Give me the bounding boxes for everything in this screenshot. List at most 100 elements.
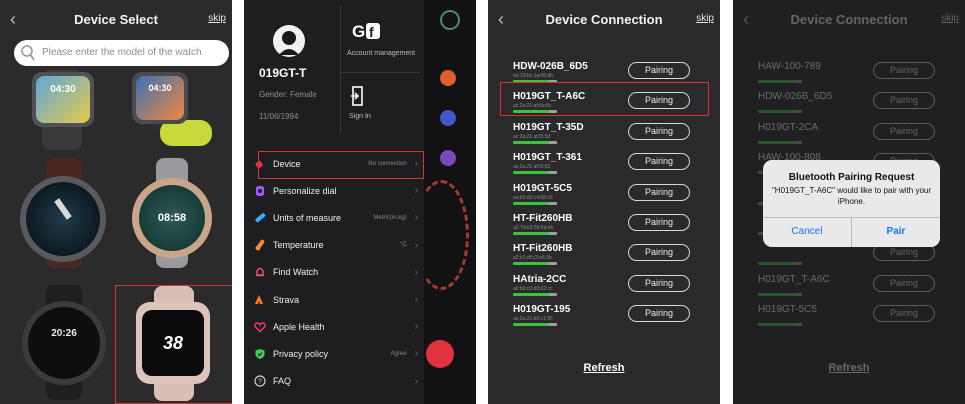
menu-item-privacy-policy[interactable]: Privacy policy Agree › xyxy=(244,340,424,367)
menu-item-apple-health[interactable]: Apple Health › xyxy=(244,313,424,340)
menu-item-units-of-measure[interactable]: Units of measure Metric(m,kg) › xyxy=(244,204,424,231)
device-row: H019GT-5C5 Pairing xyxy=(733,301,965,331)
strava-icon xyxy=(254,294,266,306)
pairing-button[interactable]: Pairing xyxy=(628,305,690,323)
signal-strength-bar xyxy=(513,201,557,205)
watch-screen-time: 04:30 xyxy=(136,76,184,120)
svg-text:f: f xyxy=(369,24,374,40)
skip-link[interactable]: skip xyxy=(696,13,714,24)
shield-icon xyxy=(254,348,266,360)
dial-icon xyxy=(254,185,266,197)
watch-screen-time: 08:58 xyxy=(139,185,205,251)
pairing-button[interactable]: Pairing xyxy=(628,122,690,140)
signal-strength-bar xyxy=(513,171,557,175)
menu-item-value: Agree xyxy=(390,350,407,357)
signal-strength-bar xyxy=(758,292,802,296)
header: ‹ Device Connection skip xyxy=(488,0,720,38)
sign-in-icon[interactable] xyxy=(350,86,364,106)
device-mac: ac:2a:21:af:f3:5d xyxy=(513,133,551,140)
skip-link: skip xyxy=(941,13,959,24)
pairing-button: Pairing xyxy=(873,274,935,292)
pairing-button[interactable]: Pairing xyxy=(628,183,690,201)
device-row: HT-Fit260HB a2:b1:df:c2:e6:3b Pairing xyxy=(488,240,720,270)
menu-item-strava[interactable]: Strava › xyxy=(244,286,424,313)
selected-device-highlight xyxy=(500,82,709,116)
device-row: H019GT_T-A6C Pairing xyxy=(733,271,965,301)
search-icon xyxy=(21,45,35,61)
profile-section[interactable]: 019GT-T Gender: Female 11/06/1994 xyxy=(244,0,344,145)
menu-item-find-watch[interactable]: Find Watch › xyxy=(244,259,424,286)
device-row: H019GT-2CA Pairing xyxy=(733,119,965,149)
menu-item-faq[interactable]: ? FAQ › xyxy=(244,368,424,395)
sign-in-link[interactable]: Sign In xyxy=(349,113,371,120)
pairing-button[interactable]: Pairing xyxy=(628,244,690,262)
device-mac: ea:19:bc:1a:06:d5 xyxy=(513,73,554,79)
chevron-right-icon: › xyxy=(414,266,418,278)
menu-item-label: FAQ xyxy=(273,376,292,387)
dialog-message: "H019GT_T-A6C" would like to pair with y… xyxy=(771,186,932,206)
chevron-right-icon: › xyxy=(414,375,418,387)
device-name: HDW-026B_6D5 xyxy=(758,91,833,103)
device-mac: a2:b1:df:c2:e6:3b xyxy=(513,255,552,262)
watch-model-3[interactable] xyxy=(12,158,114,268)
cancel-button[interactable]: Cancel xyxy=(763,217,851,247)
watch-model-5[interactable]: 20:26 xyxy=(16,285,112,400)
device-row: H019GT_T-35D ac:2a:21:af:f3:5d Pairing xyxy=(488,119,720,149)
avatar[interactable] xyxy=(273,25,305,57)
device-mac: ac:2a:21:b0:c1:95 xyxy=(513,316,553,323)
selected-menu-highlight xyxy=(258,151,424,179)
settings-menu: Device No connection › Personalize dial › Uni… xyxy=(244,150,424,395)
selected-watch-highlight xyxy=(115,285,232,404)
device-row: H019GT-5C5 ea:b1:d1:c4:05:c5 Pairing xyxy=(488,180,720,210)
watch-screen-time: 20:26 xyxy=(28,307,100,379)
skip-link[interactable]: skip xyxy=(208,13,226,24)
search-input[interactable]: Please enter the model of the watch xyxy=(14,40,229,66)
device-name: H019GT_T-35D xyxy=(513,121,584,133)
watch-model-2[interactable]: 04:30 xyxy=(120,70,215,150)
signal-strength-bar xyxy=(758,110,802,114)
menu-item-personalize-dial[interactable]: Personalize dial › xyxy=(244,177,424,204)
pairing-button: Pairing xyxy=(873,92,935,110)
menu-item-label: Temperature xyxy=(273,240,324,251)
menu-item-temperature[interactable]: Temperature °C › xyxy=(244,232,424,259)
page-title: Device Connection xyxy=(545,12,663,27)
device-row: HAtria-2CC a0:b0:c0:d0:02:cc Pairing xyxy=(488,271,720,301)
header: ‹ Device Connection skip xyxy=(733,0,965,38)
svg-text:?: ? xyxy=(258,379,262,386)
device-row: HDW-026B_6D5 Pairing xyxy=(733,88,965,118)
device-mac: a2:7d:e3:5b:5a:eb xyxy=(513,224,554,231)
device-row: HAW-100-789 Pairing xyxy=(733,58,965,88)
device-name: H019GT_T-A6C xyxy=(758,273,830,285)
device-name: H019GT-195 xyxy=(513,304,571,316)
watch-model-1[interactable]: 04:30 xyxy=(22,70,102,150)
device-row: H019GT_T-361 ac:2a:21:af:f3:61 Pairing xyxy=(488,149,720,179)
heart-icon xyxy=(254,321,266,333)
device-name: H019GT-5C5 xyxy=(513,182,572,194)
search-placeholder: Please enter the model of the watch xyxy=(42,47,202,58)
signal-strength-bar xyxy=(758,80,802,83)
menu-item-label: Units of measure xyxy=(273,212,342,223)
device-select-screen: ‹ Device Select skip Please enter the mo… xyxy=(0,0,232,404)
thermometer-icon xyxy=(254,239,266,251)
user-gender: Gender: Female xyxy=(259,90,317,99)
pairing-button[interactable]: Pairing xyxy=(628,274,690,292)
pairing-button[interactable]: Pairing xyxy=(628,153,690,171)
dialog-title: Bluetooth Pairing Request xyxy=(788,172,915,183)
page-title: Device Select xyxy=(74,12,158,27)
account-management-link[interactable]: Account management xyxy=(347,50,415,57)
user-name: 019GT-T xyxy=(259,66,307,80)
pairing-button[interactable]: Pairing xyxy=(628,213,690,231)
refresh-button[interactable]: Refresh xyxy=(488,362,720,374)
device-mac: a0:b0:c0:d0:02:cc xyxy=(513,285,553,292)
google-facebook-icon[interactable]: G f xyxy=(351,20,381,42)
watch-model-4[interactable]: 08:58 xyxy=(122,158,222,268)
signal-strength-bar xyxy=(513,323,557,327)
pairing-button[interactable]: Pairing xyxy=(628,62,690,79)
pairing-button: Pairing xyxy=(873,305,935,323)
pair-button[interactable]: Pair xyxy=(852,217,940,247)
user-icon xyxy=(279,31,299,55)
menu-item-label: Apple Health xyxy=(273,321,325,332)
chevron-right-icon: › xyxy=(414,348,418,360)
device-row: HT-Fit260HB a2:7d:e3:5b:5a:eb Pairing xyxy=(488,210,720,240)
device-name: HT-Fit260HB xyxy=(513,243,573,255)
